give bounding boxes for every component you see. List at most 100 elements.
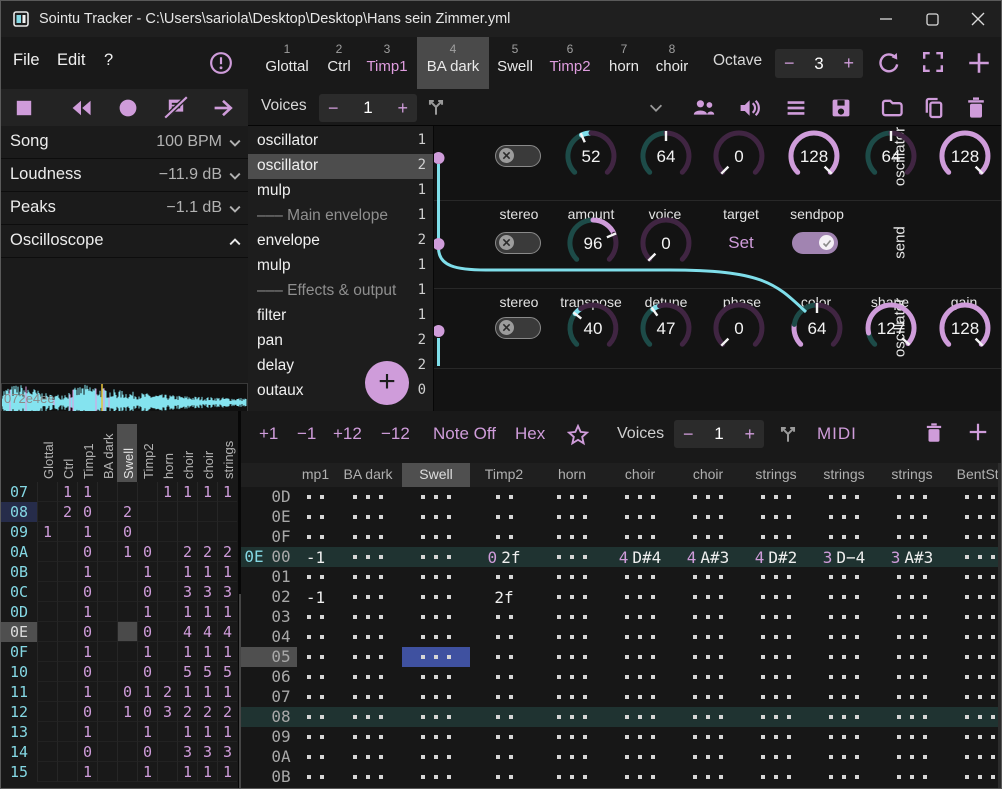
order-cell[interactable]: 0 (77, 582, 97, 602)
order-cell[interactable]: 1 (197, 682, 217, 702)
note-cell[interactable] (810, 707, 878, 727)
rewind-icon[interactable] (69, 96, 93, 120)
note-cell[interactable] (674, 767, 742, 787)
note-cell[interactable] (402, 727, 470, 747)
order-cell[interactable]: 1 (137, 762, 157, 782)
note-cell[interactable] (674, 647, 742, 667)
note-cell[interactable] (470, 607, 538, 627)
order-cell[interactable] (97, 562, 117, 582)
order-cell[interactable]: 1 (77, 602, 97, 622)
order-cell[interactable]: 1 (217, 722, 237, 742)
order-row-number[interactable]: 0C (1, 582, 37, 602)
order-cell[interactable]: 3 (217, 582, 237, 602)
note-track-header-swell[interactable]: Swell (419, 466, 452, 482)
order-cell[interactable] (97, 722, 117, 742)
save-icon[interactable] (829, 96, 853, 120)
note-cell[interactable] (334, 527, 402, 547)
note-cell[interactable] (674, 487, 742, 507)
menu-file[interactable]: File (13, 51, 40, 70)
order-cell[interactable]: 0 (77, 502, 97, 522)
order-cell[interactable] (37, 582, 57, 602)
note-cell[interactable] (946, 567, 1002, 587)
order-cell[interactable] (57, 682, 77, 702)
order-track-header-swell[interactable]: Swell (121, 448, 136, 479)
order-cell[interactable] (117, 662, 137, 682)
record-icon[interactable] (116, 96, 140, 120)
order-cell[interactable] (157, 762, 177, 782)
order-cell[interactable] (97, 642, 117, 662)
order-cell[interactable] (37, 662, 57, 682)
order-cell[interactable] (97, 622, 117, 642)
note-cell[interactable] (946, 547, 1002, 567)
order-cell[interactable] (117, 622, 137, 642)
order-cell[interactable] (37, 762, 57, 782)
order-cell[interactable] (157, 742, 177, 762)
order-cell[interactable] (57, 762, 77, 782)
note-cell[interactable] (402, 687, 470, 707)
note-cell[interactable]: 2f (470, 587, 538, 607)
note-row-number[interactable]: 0B (267, 767, 295, 787)
delete-trash-icon[interactable] (964, 96, 988, 120)
order-cell[interactable]: 1 (137, 682, 157, 702)
note-cell[interactable] (674, 607, 742, 627)
order-cell[interactable]: 3 (197, 742, 217, 762)
order-cell[interactable] (97, 582, 117, 602)
note-cell[interactable] (606, 607, 674, 627)
order-cell[interactable]: 1 (137, 602, 157, 622)
close-button[interactable] (955, 1, 1001, 37)
order-cell[interactable] (97, 502, 117, 522)
octave-minus-button[interactable]: − (775, 53, 804, 74)
note-cell[interactable] (946, 767, 1002, 787)
note-cell[interactable] (402, 527, 470, 547)
order-cell[interactable]: 2 (197, 702, 217, 722)
note-row-number[interactable]: 06 (267, 667, 295, 687)
order-cell[interactable] (57, 542, 77, 562)
note-cell[interactable] (946, 607, 1002, 627)
note-cell[interactable] (674, 687, 742, 707)
note-cell[interactable] (402, 707, 470, 727)
note-cell[interactable] (878, 667, 946, 687)
note-cell[interactable] (878, 707, 946, 727)
order-cell[interactable]: 2 (197, 542, 217, 562)
order-row-number[interactable]: 0E (1, 622, 37, 642)
order-cell[interactable]: 1 (77, 522, 97, 542)
order-cell[interactable] (97, 542, 117, 562)
order-cell[interactable] (157, 522, 177, 542)
knob-color[interactable]: 64 (787, 298, 847, 358)
order-row-number[interactable]: 09 (1, 522, 37, 542)
note-cell[interactable] (470, 627, 538, 647)
order-cell[interactable]: 0 (77, 742, 97, 762)
note-cell[interactable] (606, 747, 674, 767)
order-track-header-timp1[interactable]: Timp1 (81, 443, 96, 479)
order-cell[interactable] (57, 642, 77, 662)
note-cell[interactable] (878, 647, 946, 667)
unit-list-item-4[interactable]: envelope2 (248, 229, 433, 254)
order-cell[interactable]: 1 (177, 722, 197, 742)
note-cell[interactable] (334, 767, 402, 787)
note-cell[interactable] (334, 727, 402, 747)
order-track-header-timp2[interactable]: Timp2 (141, 443, 156, 479)
note-cell[interactable] (470, 507, 538, 527)
tab-instrument-ba-dark[interactable]: 4BA dark (417, 37, 489, 89)
order-cell[interactable] (117, 582, 137, 602)
note-cell[interactable] (878, 507, 946, 527)
note-cell[interactable] (334, 607, 402, 627)
order-cell[interactable] (117, 482, 137, 502)
chevron-down-icon[interactable] (227, 168, 243, 184)
order-row-number[interactable]: 08 (1, 502, 37, 522)
unit-list-item-0[interactable]: oscillator1 (248, 129, 433, 154)
order-cell[interactable] (157, 582, 177, 602)
note-cell[interactable] (402, 627, 470, 647)
mute-speaker-icon[interactable] (737, 96, 761, 120)
note-cell[interactable] (810, 487, 878, 507)
order-cell[interactable]: 0 (137, 622, 157, 642)
note-cell[interactable] (810, 727, 878, 747)
note-table-scrollbar[interactable] (998, 463, 1002, 789)
order-cell[interactable]: 1 (197, 562, 217, 582)
note-cell[interactable] (538, 727, 606, 747)
order-cell[interactable]: 1 (77, 762, 97, 782)
note-cell[interactable] (674, 707, 742, 727)
chevron-down-icon[interactable] (227, 201, 243, 217)
delete-track-icon[interactable] (923, 422, 945, 444)
order-cell[interactable]: 5 (177, 662, 197, 682)
